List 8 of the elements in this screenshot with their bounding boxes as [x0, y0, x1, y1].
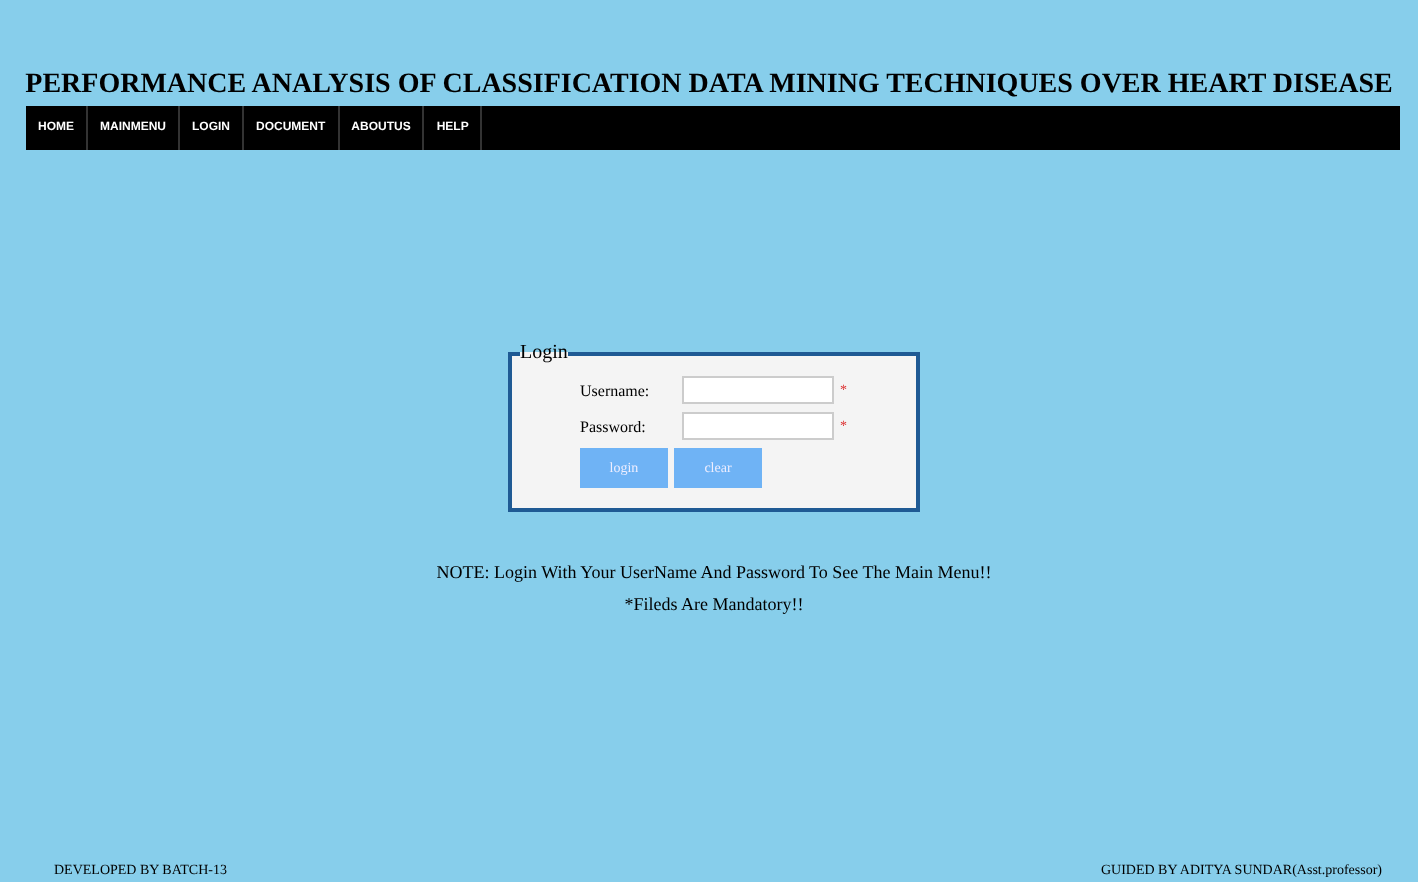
panel-legend: Login [520, 342, 568, 364]
page-title: PERFORMANCE ANALYSIS OF CLASSIFICATION DATA MINING TECHNIQUES OVER HEART DISEASE [25, 70, 1393, 104]
note-text: *Fileds Are Mandatory!! [624, 592, 804, 618]
input-field[interactable] [682, 376, 834, 404]
field-label: Username: [580, 381, 652, 399]
input-field[interactable] [682, 412, 834, 440]
field-label: Password: [580, 417, 648, 435]
note-text: NOTE: Login With Your UserName And Password To See The Main Menu!! [436, 560, 992, 586]
